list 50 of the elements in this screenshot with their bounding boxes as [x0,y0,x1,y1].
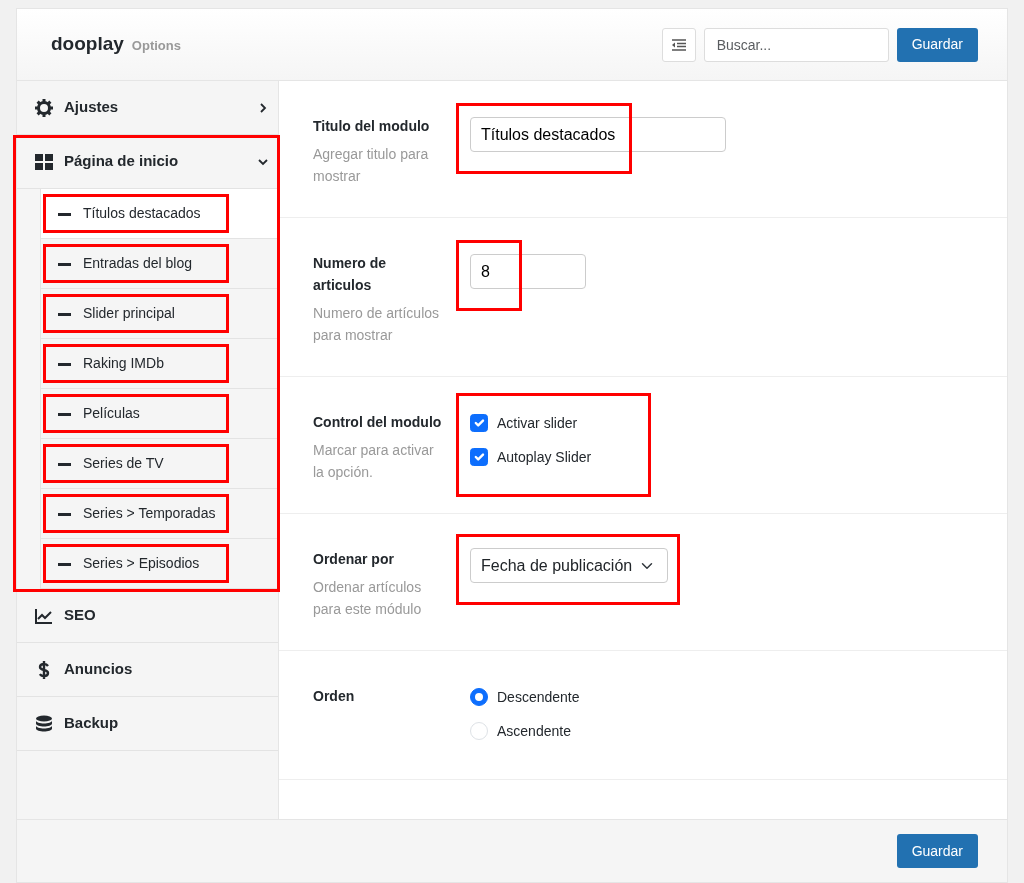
save-button[interactable]: Guardar [896,27,978,62]
dash-icon [58,313,71,316]
grid-icon [35,152,53,171]
field-description: Ordenar artículos para este módulo [313,578,423,619]
option-label: Descendente [497,687,580,707]
line-chart-icon [35,606,53,625]
dash-icon [58,563,71,566]
field-description: Marcar para activar la opción. [313,441,435,482]
sidebar-item[interactable]: Backup [17,697,278,751]
submenu-item[interactable]: Entradas del blog [41,239,278,289]
submenu-item[interactable]: Títulos destacados [41,189,278,239]
text-field[interactable]: Títulos destacados [470,117,726,152]
save-button[interactable]: Guardar [896,834,978,868]
option-label: Autoplay Slider [497,447,592,467]
submenu-item[interactable]: Series de TV [41,439,278,489]
checkbox[interactable] [470,448,488,466]
submenu-item[interactable]: Slider principal [41,289,278,339]
sidebar-item[interactable]: Anuncios [17,643,278,697]
brand-subtitle: Options [131,37,181,56]
gear-icon [35,98,53,117]
indent-icon [671,38,686,51]
dash-icon [58,213,71,216]
number-field[interactable]: 8 [470,254,586,289]
sort-select[interactable]: Fecha de publicación [470,548,668,583]
dash-icon [58,413,71,416]
field-label: Numero de articulos [313,254,388,295]
search-field[interactable]: Buscar... [703,27,889,62]
submenu-item[interactable]: Raking IMDb [41,339,278,389]
collapse-menu-button[interactable] [661,27,696,62]
submenu-item[interactable]: Series > Episodios [41,539,278,589]
submenu-item[interactable]: Series > Temporadas [41,489,278,539]
field-label: Orden [313,687,356,706]
sidebar-item[interactable]: Ajustes [17,81,278,135]
field-label: Control del modulo [313,413,443,432]
dash-icon [58,513,71,516]
checkbox[interactable] [470,414,488,432]
dash-icon [58,263,71,266]
field-label: Ordenar por [313,550,395,569]
field-description: Numero de artículos para mostrar [313,304,441,345]
sidebar-item[interactable]: SEO [17,589,278,643]
option-label: Activar slider [497,413,578,433]
submenu-item[interactable]: Películas [41,389,278,439]
radio-button[interactable] [470,688,488,706]
database-icon [35,714,53,733]
dash-icon [58,463,71,466]
dash-icon [58,363,71,366]
option-label: Ascendente [497,721,571,741]
field-label: Titulo del modulo [313,117,431,136]
field-description: Agregar titulo para mostrar [313,145,430,186]
brand-name: dooplay [51,32,124,57]
